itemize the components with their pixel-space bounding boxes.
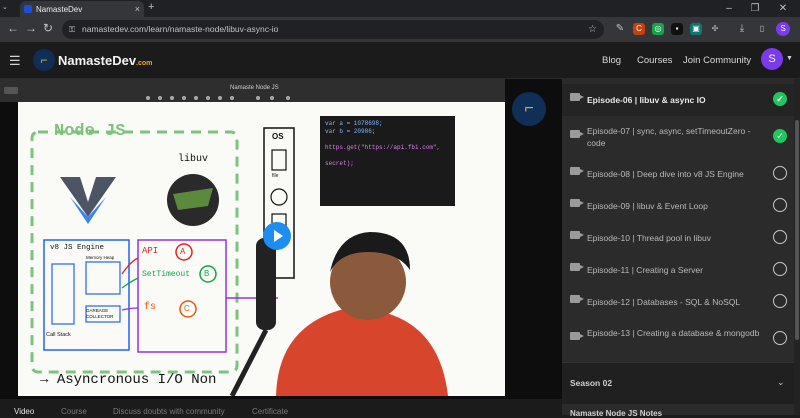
os-label: OS bbox=[272, 132, 284, 141]
minimize-button[interactable]: – bbox=[718, 0, 740, 17]
back-icon[interactable]: ← bbox=[7, 21, 19, 35]
new-tab-button[interactable]: + bbox=[148, 1, 154, 13]
video-icon bbox=[570, 295, 584, 303]
favicon-icon bbox=[24, 5, 32, 13]
chevron-down-icon[interactable]: ⌄ bbox=[777, 377, 785, 388]
fs-badge-c: C bbox=[184, 304, 190, 313]
episode-item[interactable]: Episode-12 | Databases - SQL & NoSQL bbox=[562, 286, 794, 318]
browser-tab[interactable]: NamasteDev × bbox=[20, 1, 144, 17]
whiteboard-garbage-collector: GARBAGE COLLECTOR bbox=[86, 308, 114, 319]
api-badge-a: A bbox=[180, 247, 186, 256]
browser-toolbar: ← → ↻ ⚿ namastedev.com/learn/namaste-nod… bbox=[0, 17, 800, 42]
episode-title: Episode-08 | Deep dive into v8 JS Engine bbox=[587, 169, 744, 179]
episode-item[interactable]: Episode-11 | Creating a Server bbox=[562, 254, 794, 286]
pen-extension-icon[interactable]: ✎ bbox=[614, 23, 626, 35]
episode-item[interactable]: Episode-13 | Creating a database & mongo… bbox=[562, 323, 794, 355]
chevron-down-icon[interactable]: ▼ bbox=[786, 55, 793, 62]
settimeout-badge-b: B bbox=[204, 269, 210, 278]
whiteboard-node-title: Node JS bbox=[54, 122, 126, 141]
code-line: https.get("https://api.fbi.com", bbox=[325, 144, 441, 151]
bookmark-star-icon[interactable]: ☆ bbox=[588, 20, 597, 39]
incomplete-circle-icon[interactable] bbox=[773, 262, 787, 276]
episode-title: Episode-06 | libuv & async IO bbox=[587, 95, 706, 105]
browser-profile-avatar[interactable]: S bbox=[776, 22, 790, 36]
browser-tab-title: NamasteDev bbox=[36, 4, 83, 14]
completed-check-icon[interactable]: ✓ bbox=[773, 129, 787, 143]
video-icon bbox=[570, 263, 584, 271]
video-icon bbox=[570, 231, 584, 239]
api-label: API bbox=[142, 246, 159, 256]
browser-tab-strip: ⌄ NamasteDev × + – ❐ ✕ bbox=[0, 0, 800, 17]
code-snippet: var a = 1078698; var b = 20986; https.ge… bbox=[320, 116, 455, 206]
video-icon bbox=[570, 93, 584, 101]
episode-title: Episode-13 | Creating a database & mongo… bbox=[587, 328, 760, 338]
episode-item[interactable]: Episode-09 | libuv & Event Loop bbox=[562, 190, 794, 222]
split-icon[interactable]: ▯ bbox=[756, 23, 768, 35]
extension-dark-icon[interactable]: ▪ bbox=[671, 23, 683, 35]
video-icon bbox=[570, 199, 584, 207]
notes-heading[interactable]: Namaste Node JS Notes bbox=[570, 409, 662, 418]
incomplete-circle-icon[interactable] bbox=[773, 166, 787, 180]
nav-community-link[interactable]: Join Community bbox=[683, 55, 751, 66]
brand-logo-icon[interactable]: ⌐ bbox=[33, 49, 55, 71]
video-tabs: Video Course Discuss doubts with communi… bbox=[0, 399, 562, 416]
video-icon bbox=[570, 167, 584, 175]
nav-blog-link[interactable]: Blog bbox=[602, 55, 621, 66]
whiteboard-libuv-title: libuv bbox=[178, 154, 209, 165]
extension-green-icon[interactable]: ◎ bbox=[652, 23, 664, 35]
incomplete-circle-icon[interactable] bbox=[773, 294, 787, 308]
scrollbar-thumb[interactable] bbox=[795, 120, 799, 340]
forward-icon[interactable]: → bbox=[25, 21, 37, 35]
code-line: secret); bbox=[325, 160, 354, 167]
season-title: Season 02 bbox=[570, 378, 613, 388]
close-window-button[interactable]: ✕ bbox=[772, 0, 794, 17]
extensions-puzzle-icon[interactable]: ✣ bbox=[709, 23, 721, 35]
episode-item[interactable]: Episode-08 | Deep dive into v8 JS Engine bbox=[562, 158, 794, 190]
play-button[interactable] bbox=[263, 222, 291, 250]
file-label: file bbox=[272, 173, 279, 179]
settimeout-label: SetTimeout bbox=[142, 270, 191, 279]
season-accordion[interactable]: Season 02 ⌄ bbox=[562, 362, 794, 404]
video-icon bbox=[570, 332, 584, 340]
whiteboard-footer-text: → Asyncronous I/O Non bbox=[40, 372, 217, 388]
whiteboard-memory-heap: Memory Heap bbox=[86, 255, 115, 260]
extension-box-icon[interactable]: ▣ bbox=[690, 23, 702, 35]
episode-title: Episode-09 | libuv & Event Loop bbox=[587, 201, 708, 211]
close-tab-icon[interactable]: × bbox=[135, 4, 140, 14]
episode-title: Episode-11 | Creating a Server bbox=[587, 265, 703, 275]
video-brand-logo-icon: ⌐ bbox=[512, 92, 546, 126]
whiteboard-v8-title: v8 JS Engine bbox=[50, 244, 105, 252]
video-icon bbox=[570, 130, 584, 138]
address-bar[interactable]: ⚿ namastedev.com/learn/namaste-node/libu… bbox=[62, 20, 604, 39]
extension-c-icon[interactable]: C bbox=[633, 23, 645, 35]
site-header: ☰ ⌐ NamasteDev.com Blog Courses Join Com… bbox=[0, 42, 800, 79]
hamburger-menu-icon[interactable]: ☰ bbox=[9, 53, 21, 69]
episode-item[interactable]: Episode-07 | sync, async, setTimeoutZero… bbox=[562, 121, 794, 153]
episode-item[interactable]: Episode-06 | libuv & async IO ✓ bbox=[562, 84, 794, 116]
annotation-title: Namaste Node JS bbox=[230, 85, 279, 91]
incomplete-circle-icon[interactable] bbox=[773, 331, 787, 345]
incomplete-circle-icon[interactable] bbox=[773, 198, 787, 212]
code-line: var a = 1078698; bbox=[325, 120, 383, 127]
site-info-icon[interactable]: ⚿ bbox=[69, 20, 75, 39]
reload-icon[interactable]: ↻ bbox=[43, 21, 53, 35]
maximize-button[interactable]: ❐ bbox=[744, 0, 766, 17]
user-avatar[interactable]: S bbox=[761, 48, 783, 70]
completed-check-icon[interactable]: ✓ bbox=[773, 92, 787, 106]
episode-title: Episode-10 | Thread pool in libuv bbox=[587, 233, 711, 243]
brand-name[interactable]: NamasteDev.com bbox=[58, 53, 152, 68]
whiteboard-call-stack: Call Stack bbox=[46, 332, 71, 338]
code-line: var b = 20986; bbox=[325, 128, 376, 135]
episode-title: Episode-12 | Databases - SQL & NoSQL bbox=[587, 297, 741, 307]
nav-courses-link[interactable]: Courses bbox=[637, 55, 672, 66]
fs-label: fs bbox=[144, 302, 157, 313]
episode-title: Episode-07 | sync, async, setTimeoutZero… bbox=[587, 126, 751, 148]
tab-search-icon[interactable]: ⌄ bbox=[2, 3, 8, 11]
incomplete-circle-icon[interactable] bbox=[773, 230, 787, 244]
download-icon[interactable]: ⤓ bbox=[736, 23, 748, 35]
url-text: namastedev.com/learn/namaste-node/libuv-… bbox=[82, 24, 279, 34]
episode-item[interactable]: Episode-10 | Thread pool in libuv bbox=[562, 222, 794, 254]
